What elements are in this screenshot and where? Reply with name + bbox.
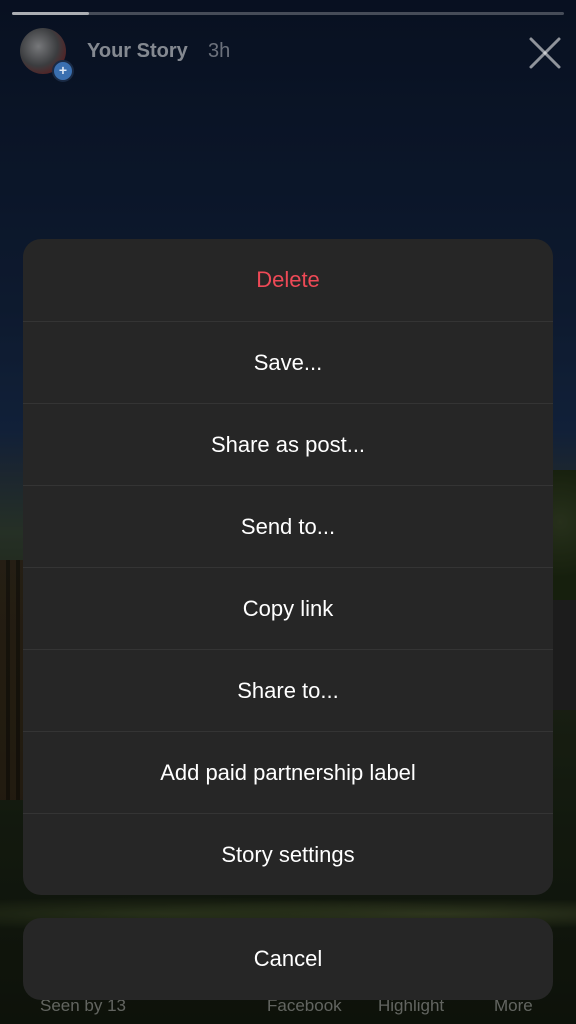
story-progress-fill bbox=[12, 12, 90, 15]
story-timestamp: 3h bbox=[208, 40, 231, 62]
add-paid-partnership-label-button[interactable]: Add paid partnership label bbox=[23, 731, 553, 813]
save-button[interactable]: Save... bbox=[23, 321, 553, 403]
share-to-button[interactable]: Share to... bbox=[23, 649, 553, 731]
cancel-button[interactable]: Cancel bbox=[23, 918, 553, 1000]
story-progress-bar bbox=[12, 12, 564, 15]
share-as-post-button[interactable]: Share as post... bbox=[23, 403, 553, 485]
action-sheet: Delete Save... Share as post... Send to.… bbox=[23, 239, 553, 895]
story-settings-button[interactable]: Story settings bbox=[23, 813, 553, 895]
send-to-button[interactable]: Send to... bbox=[23, 485, 553, 567]
plus-icon[interactable]: + bbox=[52, 60, 74, 82]
story-title[interactable]: Your Story bbox=[87, 40, 188, 63]
delete-button[interactable]: Delete bbox=[23, 239, 553, 321]
story-viewer: + Your Story 3h Seen by 13 Facebook High… bbox=[0, 0, 576, 1024]
close-icon[interactable] bbox=[528, 36, 562, 70]
copy-link-button[interactable]: Copy link bbox=[23, 567, 553, 649]
